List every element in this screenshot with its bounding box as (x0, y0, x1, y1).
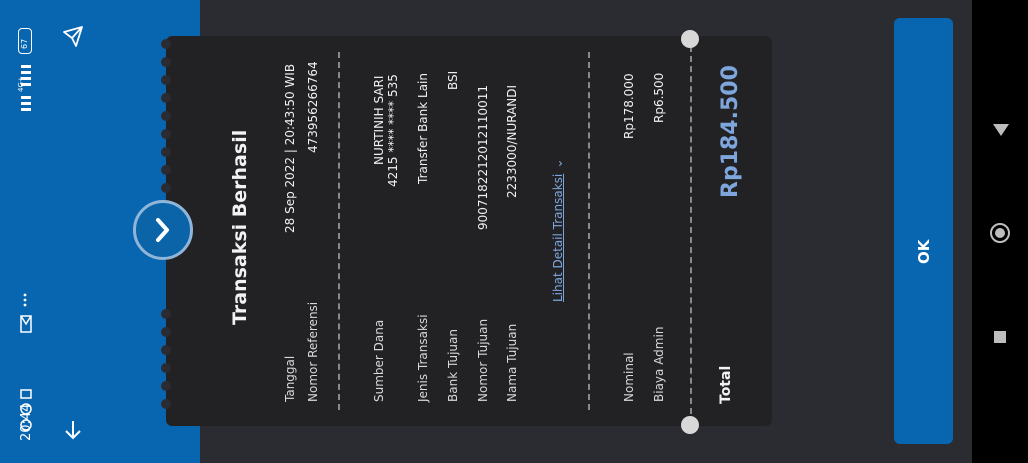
label-total: Total (718, 365, 734, 404)
download-icon[interactable] (60, 418, 86, 444)
status-notification-icons (20, 389, 32, 431)
label-bank-tujuan: Bank Tujuan (446, 329, 460, 402)
back-icon[interactable] (990, 118, 1012, 140)
chevron-down-icon: ⌄ (551, 158, 565, 169)
label-nomor-referensi: Nomor Referensi (306, 301, 320, 402)
home-icon[interactable] (989, 222, 1011, 244)
share-icon[interactable] (60, 24, 86, 50)
label-nomor-tujuan: Nomor Tujuan (476, 318, 490, 402)
value-sumber-dana-card: 4215 **** **** 535 (386, 74, 400, 187)
label-sumber-dana: Sumber Dana (372, 319, 386, 402)
network-type: 4G+ (17, 76, 25, 92)
more-dots-icon (23, 293, 27, 307)
value-bank-tujuan: BSI (446, 70, 460, 90)
notch-bottom (681, 416, 699, 434)
battery-icon: 67 (18, 28, 32, 54)
divider-total (690, 46, 692, 424)
label-biaya-admin: Biaya Admin (652, 326, 666, 402)
detail-transaksi-label: Lihat Detail Transaksi (551, 173, 565, 302)
recents-icon[interactable] (992, 329, 1008, 345)
value-biaya-admin: Rp6.500 (652, 72, 666, 123)
detail-transaksi-link[interactable]: Lihat Detail Transaksi ⌄ (547, 159, 566, 302)
label-jenis-transaksi: Jenis Transaksi (416, 314, 430, 402)
divider-1 (338, 52, 340, 410)
value-nomor-tujuan: 9007182212012110011 (476, 84, 490, 230)
label-tanggal: Tanggal (283, 355, 297, 402)
value-sumber-dana-name: NURTINIH SARI (372, 75, 386, 165)
notch-top (681, 30, 699, 48)
value-nama-tujuan: 2233000/NURANDI (505, 84, 519, 198)
value-jenis-transaksi: Transfer Bank Lain (416, 73, 430, 184)
divider-2 (588, 52, 590, 410)
label-nominal: Nominal (622, 352, 636, 402)
value-nominal: Rp178.000 (622, 73, 636, 139)
ok-button[interactable]: OK (894, 18, 953, 444)
receipt-card (166, 36, 772, 426)
label-nama-tujuan: Nama Tujuan (505, 323, 519, 402)
value-total: Rp184.500 (718, 65, 743, 198)
value-tanggal: 28 Sep 2022 | 20:43:50 WIB (283, 63, 297, 233)
receipt-title: Transaksi Berhasil (229, 129, 251, 325)
value-nomor-referensi: 473956266764 (306, 61, 320, 153)
mail-icon (20, 315, 32, 333)
success-check-icon (133, 200, 193, 260)
ok-button-label: OK (915, 239, 933, 264)
